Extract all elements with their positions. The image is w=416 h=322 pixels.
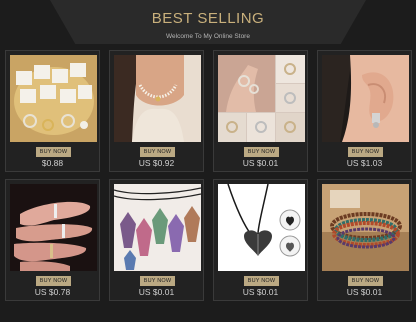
product-price: US $0.01	[138, 287, 175, 297]
banner-header: BEST SELLING Welcome To My Online Store	[0, 10, 416, 40]
product-card[interactable]: BUY NOW US $1.03	[317, 50, 412, 172]
product-card[interactable]: BUY NOW $0.88	[5, 50, 100, 172]
product-grid: BUY NOW $0.88 BUY NOW US $0.92 BUY NOW U…	[5, 50, 412, 301]
ring-collage-photo[interactable]	[218, 55, 305, 142]
buy-now-button[interactable]: BUY NOW	[244, 276, 279, 286]
banner-subtitle: Welcome To My Online Store	[166, 33, 250, 40]
product-price: $0.88	[41, 158, 64, 168]
banner-title: BEST SELLING	[151, 10, 265, 27]
product-price: US $0.01	[242, 287, 279, 297]
product-card[interactable]: BUY NOW US $0.92	[109, 50, 204, 172]
best-selling-banner: BEST SELLING Welcome To My Online Store	[0, 0, 416, 322]
product-card[interactable]: BUY NOW US $0.01	[317, 179, 412, 301]
buy-now-button[interactable]: BUY NOW	[244, 147, 279, 157]
beaded-bracelets-photo[interactable]	[322, 184, 409, 271]
buy-now-button[interactable]: BUY NOW	[348, 147, 383, 157]
product-card[interactable]: BUY NOW US $0.01	[109, 179, 204, 301]
buy-now-button[interactable]: BUY NOW	[348, 276, 383, 286]
product-price: US $0.01	[346, 287, 383, 297]
buy-now-button[interactable]: BUY NOW	[36, 276, 71, 286]
product-price: US $0.01	[242, 158, 279, 168]
product-card[interactable]: BUY NOW US $0.01	[213, 50, 308, 172]
heart-magnet-necklace-photo[interactable]	[218, 184, 305, 271]
product-price: US $0.78	[34, 287, 71, 297]
product-price: US $0.92	[138, 158, 175, 168]
buy-now-button[interactable]: BUY NOW	[140, 276, 175, 286]
pearl-necklace-photo[interactable]	[114, 55, 201, 142]
product-card[interactable]: BUY NOW US $0.78	[5, 179, 100, 301]
ear-cuff-photo[interactable]	[322, 55, 409, 142]
product-card[interactable]: BUY NOW US $0.01	[213, 179, 308, 301]
hand-rings-photo[interactable]	[10, 184, 97, 271]
buy-now-button[interactable]: BUY NOW	[36, 147, 71, 157]
buy-now-button[interactable]: BUY NOW	[140, 147, 175, 157]
product-price: US $1.03	[346, 158, 383, 168]
crystal-pendants-photo[interactable]	[114, 184, 201, 271]
earring-set-photo[interactable]	[10, 55, 97, 142]
